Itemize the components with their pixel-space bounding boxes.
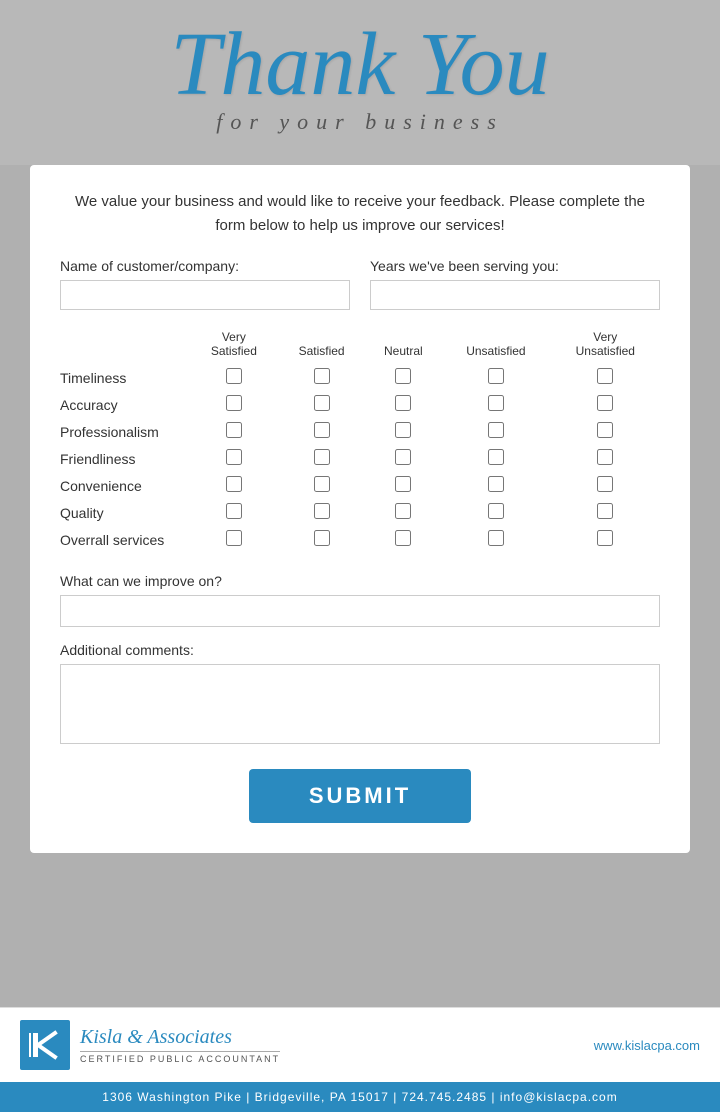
logo-svg: [25, 1025, 65, 1065]
checkbox-6-0[interactable]: [226, 530, 242, 546]
checkbox-0-0[interactable]: [226, 368, 242, 384]
improve-input[interactable]: [60, 595, 660, 627]
checkbox-6-4[interactable]: [597, 530, 613, 546]
improve-section: What can we improve on?: [60, 573, 660, 627]
years-field-group: Years we've been serving you:: [370, 258, 660, 310]
checkbox-0-4[interactable]: [597, 368, 613, 384]
form-card: We value your business and would like to…: [30, 165, 690, 853]
checkbox-6-2[interactable]: [395, 530, 411, 546]
customer-label: Name of customer/company:: [60, 258, 350, 274]
company-name: Kisla & Associates: [80, 1026, 280, 1049]
checkbox-4-1[interactable]: [314, 476, 330, 492]
rating-row-label-4: Convenience: [60, 472, 190, 499]
thank-you-title: Thank You: [20, 15, 700, 114]
checkbox-5-3[interactable]: [488, 503, 504, 519]
checkbox-5-4[interactable]: [597, 503, 613, 519]
submit-button[interactable]: SUBMIT: [249, 769, 471, 823]
col-header-very-unsatisfied: VeryUnsatisfied: [551, 330, 660, 364]
header-subtitle: for your business: [20, 109, 700, 135]
checkbox-3-0[interactable]: [226, 449, 242, 465]
checkbox-1-2[interactable]: [395, 395, 411, 411]
rating-row-label-1: Accuracy: [60, 391, 190, 418]
checkbox-2-0[interactable]: [226, 422, 242, 438]
footer-website: www.kislacpa.com: [594, 1038, 700, 1053]
customer-input[interactable]: [60, 280, 350, 310]
checkbox-3-4[interactable]: [597, 449, 613, 465]
col-header-empty: [60, 330, 190, 364]
checkbox-2-3[interactable]: [488, 422, 504, 438]
top-fields-row: Name of customer/company: Years we've be…: [60, 258, 660, 310]
checkbox-0-3[interactable]: [488, 368, 504, 384]
col-header-satisfied: Satisfied: [278, 330, 366, 364]
checkbox-4-2[interactable]: [395, 476, 411, 492]
col-header-unsatisfied: Unsatisfied: [441, 330, 550, 364]
years-input[interactable]: [370, 280, 660, 310]
footer: Kisla & Associates Certified Public Acco…: [0, 1007, 720, 1082]
checkbox-1-4[interactable]: [597, 395, 613, 411]
rating-table: VerySatisfied Satisfied Neutral Unsatisf…: [60, 330, 660, 553]
checkbox-3-1[interactable]: [314, 449, 330, 465]
rating-row-label-0: Timeliness: [60, 364, 190, 391]
company-subtitle: Certified Public Accountant: [80, 1051, 280, 1064]
intro-text: We value your business and would like to…: [60, 190, 660, 238]
footer-bottom: 1306 Washington Pike | Bridgeville, PA 1…: [0, 1082, 720, 1112]
checkbox-6-3[interactable]: [488, 530, 504, 546]
logo-icon: [20, 1020, 70, 1070]
checkbox-1-3[interactable]: [488, 395, 504, 411]
col-header-neutral: Neutral: [365, 330, 441, 364]
checkbox-3-3[interactable]: [488, 449, 504, 465]
col-header-very-satisfied: VerySatisfied: [190, 330, 278, 364]
rating-row-label-2: Professionalism: [60, 418, 190, 445]
checkbox-3-2[interactable]: [395, 449, 411, 465]
comments-label: Additional comments:: [60, 642, 660, 658]
rating-row-label-5: Quality: [60, 499, 190, 526]
checkbox-4-0[interactable]: [226, 476, 242, 492]
comments-section: Additional comments:: [60, 642, 660, 749]
checkbox-4-4[interactable]: [597, 476, 613, 492]
company-name-block: Kisla & Associates Certified Public Acco…: [80, 1026, 280, 1064]
submit-wrapper: SUBMIT: [60, 769, 660, 823]
rating-section: VerySatisfied Satisfied Neutral Unsatisf…: [60, 330, 660, 553]
checkbox-6-1[interactable]: [314, 530, 330, 546]
rating-row-label-3: Friendliness: [60, 445, 190, 472]
checkbox-0-2[interactable]: [395, 368, 411, 384]
checkbox-0-1[interactable]: [314, 368, 330, 384]
rating-row-label-6: Overrall services: [60, 526, 190, 553]
footer-logo: Kisla & Associates Certified Public Acco…: [20, 1020, 280, 1070]
checkbox-5-2[interactable]: [395, 503, 411, 519]
improve-label: What can we improve on?: [60, 573, 660, 589]
checkbox-5-1[interactable]: [314, 503, 330, 519]
checkbox-2-4[interactable]: [597, 422, 613, 438]
comments-textarea[interactable]: [60, 664, 660, 744]
checkbox-1-1[interactable]: [314, 395, 330, 411]
customer-field-group: Name of customer/company:: [60, 258, 350, 310]
checkbox-1-0[interactable]: [226, 395, 242, 411]
header-section: Thank You for your business: [0, 0, 720, 165]
years-label: Years we've been serving you:: [370, 258, 660, 274]
checkbox-5-0[interactable]: [226, 503, 242, 519]
footer-address: 1306 Washington Pike | Bridgeville, PA 1…: [102, 1090, 617, 1104]
checkbox-2-1[interactable]: [314, 422, 330, 438]
checkbox-2-2[interactable]: [395, 422, 411, 438]
checkbox-4-3[interactable]: [488, 476, 504, 492]
